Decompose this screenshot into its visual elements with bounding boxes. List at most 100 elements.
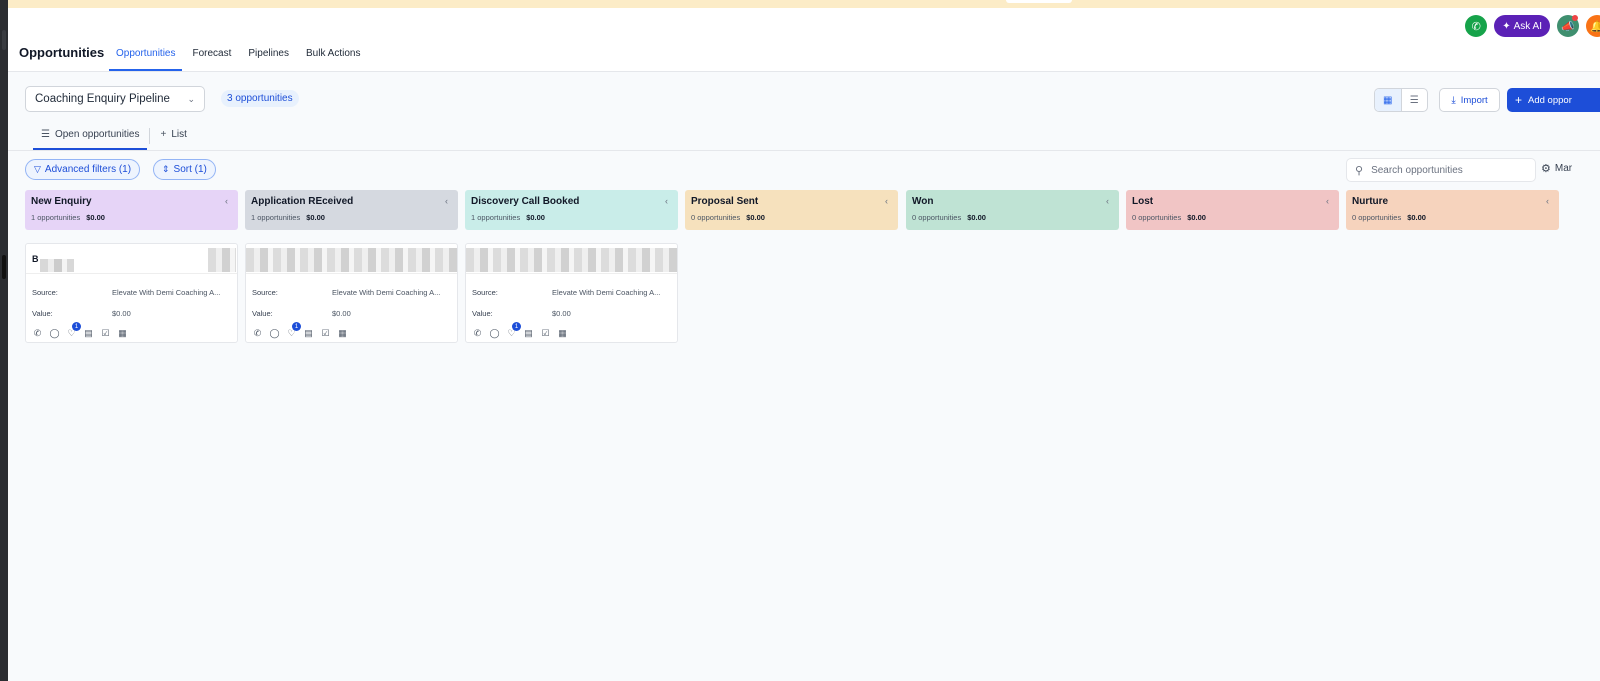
subtab-label: List xyxy=(171,129,187,140)
stage-summary: 0 opportunities $0.00 xyxy=(1132,213,1333,222)
stage-amount: $0.00 xyxy=(86,213,105,222)
collapse-icon[interactable]: ‹ xyxy=(885,196,888,206)
divider xyxy=(246,273,457,274)
stage-column: Proposal Sent 0 opportunities $0.00 ‹ xyxy=(685,190,898,230)
search-input[interactable] xyxy=(1371,164,1522,176)
collapse-icon[interactable]: ‹ xyxy=(1546,196,1549,206)
stage-count: 0 opportunities xyxy=(1352,213,1402,222)
subtab-list[interactable]: + List xyxy=(152,126,194,148)
collapse-icon[interactable]: ‹ xyxy=(445,196,448,206)
stage-header: Discovery Call Booked 1 opportunities $0.… xyxy=(465,190,678,230)
import-button[interactable]: ⤓ Import xyxy=(1439,88,1500,112)
tab-forecast[interactable]: Forecast xyxy=(185,46,238,71)
opportunity-value: $0.00 xyxy=(112,309,131,318)
collapse-icon[interactable]: ‹ xyxy=(225,196,228,206)
add-opportunity-button[interactable]: + Add oppor xyxy=(1507,88,1600,112)
opportunity-count-badge: 3 opportunities xyxy=(221,90,299,107)
stage-summary: 1 opportunities $0.00 xyxy=(31,213,232,222)
stage-name: Lost xyxy=(1132,196,1154,207)
manage-label: Mar xyxy=(1554,163,1573,174)
stage-summary: 1 opportunities $0.00 xyxy=(251,213,452,222)
collapse-icon[interactable]: ‹ xyxy=(1326,196,1329,206)
calendar-icon[interactable]: ▦ xyxy=(557,328,568,339)
phone-icon[interactable]: ✆ xyxy=(1465,15,1488,37)
pipeline-select[interactable]: Coaching Enquiry Pipeline ⌄ xyxy=(25,86,205,112)
stage-name: Discovery Call Booked xyxy=(471,196,580,207)
stage-count: 1 opportunities xyxy=(251,213,301,222)
ask-ai-button[interactable]: ✦ Ask AI xyxy=(1494,15,1550,37)
stage-amount: $0.00 xyxy=(1187,213,1206,222)
top-right-actions: ✆ ✦ Ask AI 📣 🔔 xyxy=(1465,15,1600,37)
source-value: Elevate With Demi Coaching A... xyxy=(112,288,221,297)
grid-view-icon[interactable]: ▦ xyxy=(1375,89,1402,111)
task-count-badge: 1 xyxy=(292,322,301,331)
field-label: Source: xyxy=(32,288,58,297)
note-icon[interactable]: ▤ xyxy=(303,328,314,339)
bell-icon[interactable]: 🔔 xyxy=(1586,15,1600,37)
opportunity-card[interactable]: B Source: Elevate With Demi Coaching A...… xyxy=(25,243,238,343)
stage-column: Won 0 opportunities $0.00 ‹ xyxy=(906,190,1119,230)
phone-icon[interactable]: ✆ xyxy=(32,328,43,339)
task-icon[interactable]: ☑ xyxy=(100,328,111,339)
tag-icon[interactable]: ♡ 1 xyxy=(66,322,81,339)
calendar-icon[interactable]: ▦ xyxy=(117,328,128,339)
advanced-filters-label: Advanced filters (1) xyxy=(44,164,132,175)
field-label: Source: xyxy=(252,288,278,297)
chat-icon[interactable]: ◯ xyxy=(49,328,60,339)
manage-fields-button[interactable]: ⚙ Mar xyxy=(1541,162,1572,175)
task-icon[interactable]: ☑ xyxy=(320,328,331,339)
list-icon: ☰ xyxy=(41,129,50,140)
source-field: Source: Elevate With Demi Coaching A... xyxy=(32,288,232,297)
stage-summary: 0 opportunities $0.00 xyxy=(912,213,1113,222)
phone-icon[interactable]: ✆ xyxy=(252,328,263,339)
stage-amount: $0.00 xyxy=(526,213,545,222)
note-icon[interactable]: ▤ xyxy=(523,328,534,339)
advanced-filters-button[interactable]: ▽ Advanced filters (1) xyxy=(25,159,141,180)
redacted-avatar xyxy=(208,248,236,272)
field-label: Value: xyxy=(472,309,493,318)
top-banner xyxy=(8,0,1600,8)
card-actions: ✆ ◯ ♡ 1 ▤ ☑ ▦ xyxy=(472,322,574,339)
phone-icon[interactable]: ✆ xyxy=(472,328,483,339)
stage-column: Lost 0 opportunities $0.00 ‹ xyxy=(1126,190,1339,230)
opportunity-value: $0.00 xyxy=(552,309,571,318)
opportunity-card[interactable]: Source: Elevate With Demi Coaching A... V… xyxy=(465,243,678,343)
megaphone-icon[interactable]: 📣 xyxy=(1557,15,1579,37)
list-view-icon[interactable]: ☰ xyxy=(1402,89,1428,111)
tab-bulk-actions[interactable]: Bulk Actions xyxy=(299,46,367,71)
source-field: Source: Elevate With Demi Coaching A... xyxy=(252,288,452,297)
tag-icon[interactable]: ♡ 1 xyxy=(506,322,521,339)
gear-icon: ⚙ xyxy=(1541,163,1551,175)
divider xyxy=(149,128,151,144)
search-icon: ⚲ xyxy=(1355,164,1364,177)
sort-button[interactable]: ⇕ Sort (1) xyxy=(153,159,216,180)
subtab-open-opportunities[interactable]: ☰ Open opportunities xyxy=(33,126,148,150)
tab-opportunities[interactable]: Opportunities xyxy=(109,46,183,71)
filter-icon: ▽ xyxy=(34,164,41,174)
stage-amount: $0.00 xyxy=(967,213,986,222)
note-icon[interactable]: ▤ xyxy=(83,328,94,339)
stage-header: Nurture 0 opportunities $0.00 ‹ xyxy=(1346,190,1559,230)
divider xyxy=(26,273,237,274)
subtab-label: Open opportunities xyxy=(54,129,140,140)
stage-column: Discovery Call Booked 1 opportunities $0.… xyxy=(465,190,678,343)
edge-marker xyxy=(2,255,6,279)
source-value: Elevate With Demi Coaching A... xyxy=(552,288,661,297)
stage-column: Nurture 0 opportunities $0.00 ‹ xyxy=(1346,190,1559,230)
redacted-name xyxy=(246,248,457,272)
collapse-icon[interactable]: ‹ xyxy=(665,196,668,206)
tag-icon[interactable]: ♡ 1 xyxy=(286,322,301,339)
stage-name: Application REceived xyxy=(251,196,354,207)
task-icon[interactable]: ☑ xyxy=(540,328,551,339)
window-left-edge xyxy=(0,0,8,681)
stage-summary: 1 opportunities $0.00 xyxy=(471,213,672,222)
redacted-name xyxy=(40,259,74,272)
collapse-icon[interactable]: ‹ xyxy=(1106,196,1109,206)
opportunity-card[interactable]: Source: Elevate With Demi Coaching A... V… xyxy=(245,243,458,343)
tab-pipelines[interactable]: Pipelines xyxy=(241,46,296,71)
chat-icon[interactable]: ◯ xyxy=(269,328,280,339)
header-tabs: Opportunities Forecast Pipelines Bulk Ac… xyxy=(109,46,370,71)
calendar-icon[interactable]: ▦ xyxy=(337,328,348,339)
sparkle-icon: ✦ xyxy=(1502,20,1511,32)
chat-icon[interactable]: ◯ xyxy=(489,328,500,339)
